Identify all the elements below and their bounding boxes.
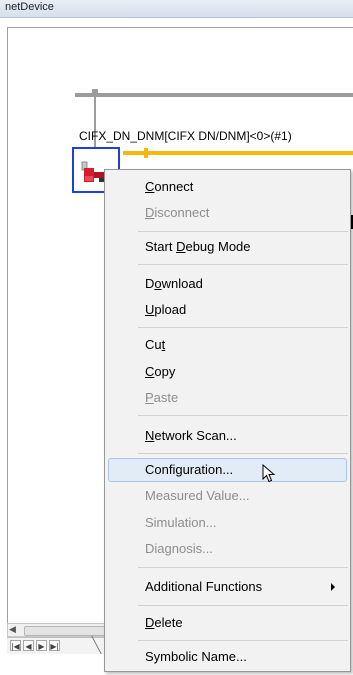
- menu-item-network-scan[interactable]: Network Scan...: [145, 426, 237, 446]
- bus-connection-point: [92, 89, 98, 95]
- menu-item-connect[interactable]: Connect: [145, 177, 193, 197]
- mouse-pointer-icon: [262, 464, 276, 483]
- menu-separator: [138, 231, 348, 232]
- menu-item-diagnosis: Diagnosis...: [145, 541, 213, 556]
- scrollbar-thumb[interactable]: [24, 626, 106, 636]
- device-label: CIFX_DN_DNM[CIFX DN/DNM]<0>(#1): [79, 129, 292, 143]
- prev-page-icon[interactable]: ◀: [23, 640, 34, 651]
- menu-item-disconnect: Disconnect: [145, 205, 210, 220]
- network-bus-line: [75, 93, 353, 97]
- menu-item-additional-functions[interactable]: Additional Functions: [145, 577, 262, 597]
- last-page-icon[interactable]: ▶|: [49, 640, 60, 651]
- menu-separator: [138, 327, 348, 328]
- menu-item-measured-value: Measured Value...: [145, 488, 250, 503]
- page-navigation-bar: |◀ ◀ ▶ ▶|: [7, 637, 107, 654]
- menu-item-symbolic-name[interactable]: Symbolic Name...: [145, 647, 247, 667]
- menu-separator: [138, 415, 348, 416]
- menu-item-delete[interactable]: Delete: [145, 613, 183, 633]
- submenu-arrow-icon: [331, 583, 335, 591]
- menu-item-download[interactable]: Download: [145, 274, 203, 294]
- menu-item-cut[interactable]: Cut: [145, 335, 165, 355]
- menu-separator: [138, 640, 348, 641]
- menu-separator: [138, 605, 348, 606]
- fieldbus-connection-point: [144, 148, 148, 158]
- fieldbus-line: [123, 151, 353, 155]
- next-page-icon[interactable]: ▶: [36, 640, 47, 651]
- menu-separator: [138, 264, 348, 265]
- first-page-icon[interactable]: |◀: [10, 640, 21, 651]
- window-title-bar: netDevice: [0, 0, 353, 18]
- menu-item-simulation: Simulation...: [145, 515, 217, 530]
- menu-item-copy[interactable]: Copy: [145, 362, 175, 382]
- horizontal-scrollbar[interactable]: ◀: [7, 623, 107, 637]
- menu-item-start-debug-mode[interactable]: Start Debug Mode: [145, 237, 251, 257]
- menu-item-configuration[interactable]: Configuration...: [145, 460, 233, 480]
- context-menu: Connect Disconnect Start Debug Mode Down…: [104, 169, 351, 672]
- menu-separator: [138, 567, 348, 568]
- menu-item-paste: Paste: [145, 390, 179, 405]
- scroll-left-icon[interactable]: ◀: [9, 624, 16, 635]
- menu-separator: [138, 453, 348, 454]
- menu-item-upload[interactable]: Upload: [145, 300, 186, 320]
- window-title: netDevice: [5, 1, 54, 13]
